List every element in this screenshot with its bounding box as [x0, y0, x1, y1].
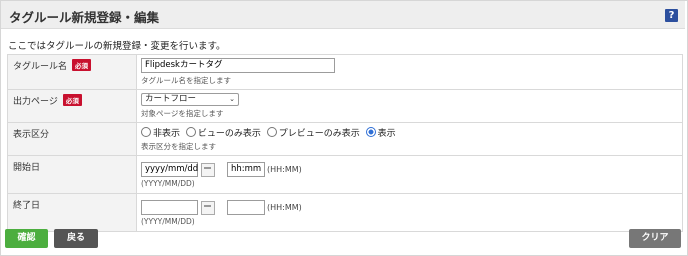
confirm-button[interactable]: 確認: [5, 229, 48, 248]
chevron-down-icon: ⌄: [229, 95, 235, 103]
required-badge: 必須: [72, 59, 92, 71]
value-cell: 非表示 ビューのみ表示 プレビューのみ表示 表示 表示区分を指定します: [136, 122, 683, 156]
radio-display[interactable]: 表示: [365, 127, 396, 139]
date-format-hint: (YYYY/MM/DD): [141, 179, 195, 188]
time-format-hint: (HH:MM): [267, 203, 302, 212]
date-format-hint: (YYYY/MM/DD): [141, 217, 195, 226]
time-format-hint: (HH:MM): [267, 165, 302, 174]
output-page-hint: 対象ページを指定します: [141, 109, 224, 118]
tag-rule-name-input[interactable]: Flipdeskカートタグ: [141, 58, 335, 73]
value-cell: カートフロー ⌄ 対象ページを指定します: [136, 89, 683, 123]
form-table: タグルール名 必須 Flipdeskカートタグ タグルール名を指定します 出力ペー…: [7, 54, 683, 232]
output-page-select[interactable]: カートフロー ⌄: [141, 93, 239, 106]
help-icon[interactable]: ?: [665, 9, 678, 22]
output-page-label: 出力ページ: [13, 97, 58, 107]
tag-rule-name-label: タグルール名: [13, 62, 68, 72]
radio-icon: [185, 127, 196, 137]
end-date-label: 終了日: [7, 193, 137, 232]
value-cell: Flipdeskカートタグ タグルール名を指定します: [136, 54, 683, 90]
start-date-input[interactable]: yyyy/mm/dd: [141, 162, 198, 177]
radio-preview-only[interactable]: プレビューのみ表示: [266, 127, 360, 139]
radio-hidden[interactable]: 非表示: [141, 127, 180, 139]
output-page-selected: カートフロー: [145, 94, 197, 104]
radio-view-only[interactable]: ビューのみ表示: [185, 127, 261, 139]
end-date-input[interactable]: [141, 200, 198, 215]
display-type-hint: 表示区分を指定します: [141, 142, 216, 151]
required-badge: 必須: [62, 94, 82, 106]
value-cell: yyyy/mm/dd hh:mm (HH:MM) (YYYY/MM/DD): [136, 155, 683, 194]
end-time-input[interactable]: [227, 200, 265, 215]
clear-button[interactable]: クリア: [629, 229, 681, 248]
page-title: タグルール新規登録・編集: [9, 10, 160, 25]
tag-rule-name-hint: タグルール名を指定します: [141, 76, 231, 85]
calendar-icon[interactable]: [201, 162, 215, 177]
calendar-icon[interactable]: [201, 200, 215, 215]
title-bar: タグルール新規登録・編集 ?: [1, 1, 685, 29]
display-type-label: 表示区分: [7, 122, 137, 156]
back-button[interactable]: 戻る: [54, 229, 98, 248]
label-cell: タグルール名 必須: [7, 54, 137, 90]
intro-text: ここではタグルールの新規登録・変更を行います。: [8, 41, 226, 52]
start-date-label: 開始日: [7, 155, 137, 194]
label-cell: 出力ページ 必須: [7, 89, 137, 123]
radio-selected-icon: [365, 127, 376, 137]
radio-icon: [266, 127, 277, 137]
start-time-input[interactable]: hh:mm: [227, 162, 265, 177]
value-cell: (HH:MM) (YYYY/MM/DD): [136, 193, 683, 232]
radio-icon: [141, 127, 151, 137]
